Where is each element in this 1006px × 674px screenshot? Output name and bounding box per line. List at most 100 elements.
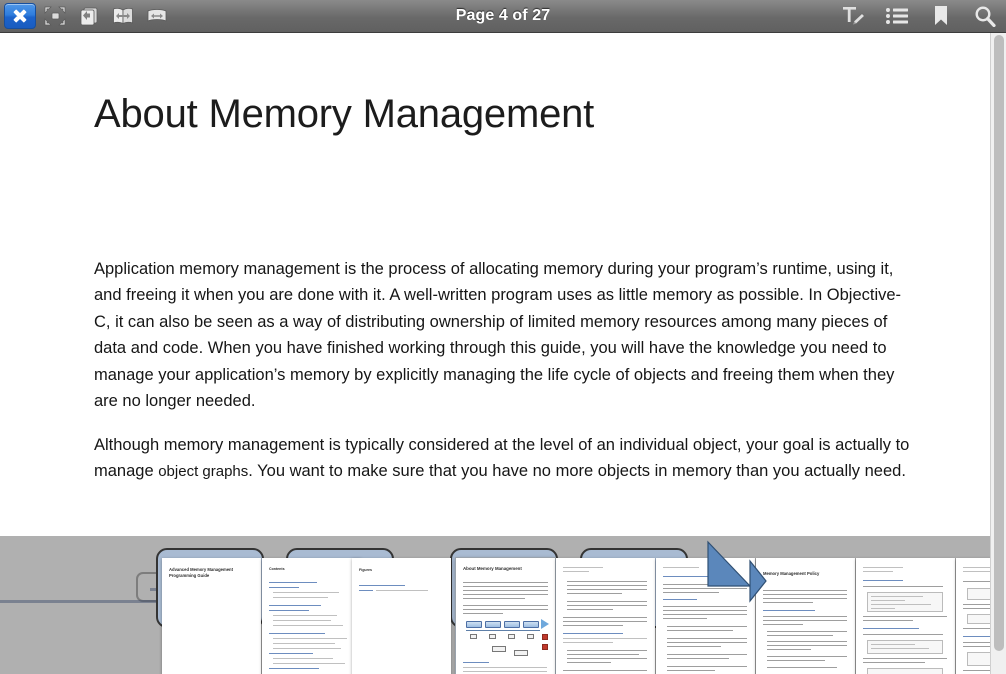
search-button[interactable] bbox=[970, 3, 1000, 30]
thumbnail-line bbox=[767, 656, 847, 657]
thumbnail-line bbox=[963, 571, 990, 572]
thumbnail-line bbox=[667, 654, 747, 655]
diagram-arrow-icon bbox=[541, 619, 549, 629]
thumb-cover[interactable]: Advanced Memory Management Programming G… bbox=[162, 558, 261, 674]
thumb-figures[interactable]: Figures 2013-12-16 | Copyright © 2012 Ap… bbox=[352, 558, 451, 674]
thumbnail-line bbox=[269, 582, 317, 583]
thumbnail-line bbox=[863, 571, 893, 572]
fullscreen-button[interactable] bbox=[40, 3, 70, 30]
vertical-scrollbar[interactable] bbox=[990, 33, 1006, 674]
thumbnail-line bbox=[567, 589, 647, 590]
thumbnail-line bbox=[963, 670, 990, 671]
bookmark-button[interactable] bbox=[926, 3, 956, 30]
thumbnail-line bbox=[359, 590, 373, 591]
contents-button[interactable] bbox=[882, 3, 912, 30]
thumbnail-line bbox=[871, 644, 915, 645]
thumbnail-code-block bbox=[867, 640, 943, 654]
thumbnail-line bbox=[871, 600, 905, 601]
thumbnail-line bbox=[273, 625, 343, 626]
thumbnail-line bbox=[567, 605, 647, 606]
two-page-spread-icon bbox=[113, 7, 133, 25]
text-annotate-icon bbox=[843, 7, 865, 26]
thumb-about-memory-management[interactable]: About Memory Management bbox=[456, 558, 555, 674]
diagram-highlight-node bbox=[542, 644, 548, 650]
thumbnail-line bbox=[567, 593, 622, 594]
thumbnail-line bbox=[463, 582, 548, 583]
search-magnifier-icon bbox=[975, 6, 996, 27]
thumbnail-line bbox=[463, 662, 489, 663]
thumbnail-line bbox=[567, 601, 647, 602]
facing-page-button[interactable] bbox=[142, 3, 172, 30]
thumbnail-code-block bbox=[867, 668, 943, 674]
thumbnail-line bbox=[663, 599, 697, 600]
document-heading: About Memory Management bbox=[94, 92, 595, 136]
page-forward-cursor-icon[interactable] bbox=[700, 536, 770, 616]
thumbnail-line bbox=[563, 567, 603, 568]
thumbnail-line bbox=[767, 631, 847, 632]
toolbar: Page 4 of 27 bbox=[0, 0, 1006, 33]
thumbnail-line bbox=[563, 670, 647, 671]
vertical-scrollbar-thumb[interactable] bbox=[994, 35, 1004, 651]
toolbar-left-group bbox=[0, 3, 172, 30]
thumbnail-strip[interactable]: t s l ain B se Advanced Memory Managemen… bbox=[0, 536, 990, 674]
diagram-node bbox=[466, 621, 482, 628]
thumbnail-line bbox=[273, 663, 345, 664]
diagram-node bbox=[504, 621, 520, 628]
thumbnail-section-title: Figures bbox=[359, 568, 372, 572]
bookmark-icon bbox=[935, 6, 947, 25]
thumbnail-line bbox=[763, 624, 803, 625]
facing-page-icon bbox=[147, 9, 167, 22]
thumbnail-line bbox=[963, 567, 990, 568]
thumbnail-line bbox=[767, 667, 837, 668]
thumbnail-line bbox=[667, 670, 715, 671]
thumb-memory-management-policy[interactable]: Memory Management Policy 2013-12-16 | Co… bbox=[756, 558, 855, 674]
thumbnail-line bbox=[763, 598, 847, 599]
two-page-button[interactable] bbox=[108, 3, 138, 30]
thumbnail-line bbox=[663, 567, 699, 568]
table-of-contents-icon bbox=[886, 8, 908, 24]
thumbnail-line bbox=[563, 625, 623, 626]
thumbnail-line bbox=[863, 620, 913, 621]
diagram-leaf-node bbox=[514, 650, 528, 656]
diagram-leaf-node bbox=[508, 634, 515, 639]
thumbnail-line bbox=[273, 638, 347, 639]
thumbnail-line bbox=[871, 608, 895, 609]
thumbnail-line bbox=[667, 646, 721, 647]
thumbnail-line bbox=[963, 636, 990, 637]
thumbnail-line bbox=[463, 609, 548, 610]
thumb-body-text-4[interactable] bbox=[956, 558, 990, 674]
thumbnail-line bbox=[376, 590, 428, 591]
single-page-button[interactable] bbox=[74, 3, 104, 30]
thumbnail-line bbox=[667, 630, 733, 631]
annotate-button[interactable] bbox=[838, 3, 868, 30]
thumbnail-line bbox=[273, 643, 335, 644]
thumbnail-section-title: About Memory Management bbox=[463, 566, 522, 571]
thumbnail-line bbox=[463, 598, 525, 599]
thumbnail-list: Advanced Memory Management Programming G… bbox=[0, 536, 990, 674]
thumb-contents[interactable]: Contents 2013-12-16 | Copyright © 2012 bbox=[262, 558, 361, 674]
thumbnail-line bbox=[863, 586, 943, 587]
thumbnail-line bbox=[963, 604, 990, 605]
thumbnail-code-block bbox=[967, 588, 990, 600]
paragraph-2: Although memory management is typically … bbox=[94, 432, 912, 486]
thumbnail-line bbox=[763, 620, 847, 621]
thumbnail-line bbox=[763, 616, 847, 617]
thumbnail-line bbox=[269, 633, 325, 634]
thumbnail-line bbox=[567, 585, 647, 586]
diagram-connector bbox=[466, 630, 540, 631]
thumbnail-line bbox=[667, 666, 747, 667]
thumbnail-line bbox=[269, 587, 299, 588]
diagram-node bbox=[485, 621, 501, 628]
thumbnail-line bbox=[871, 604, 931, 605]
thumbnail-line bbox=[963, 642, 990, 643]
thumbnail-line bbox=[273, 615, 337, 616]
paragraph-2-after: . You want to make sure that you have no… bbox=[248, 462, 906, 481]
thumbnail-line bbox=[963, 608, 990, 609]
thumbnail-line bbox=[763, 602, 813, 603]
thumbnail-line bbox=[269, 605, 321, 606]
close-button[interactable] bbox=[4, 3, 36, 29]
thumb-body-text-3[interactable]: 2013-12-16 | Copyright © 2012 Apple Inc. bbox=[856, 558, 955, 674]
thumbnail-line bbox=[963, 646, 990, 647]
thumb-body-text-1[interactable]: 2013-12-16 | Copyright © 2012 Apple Inc. bbox=[556, 558, 655, 674]
toolbar-right-group bbox=[838, 0, 1000, 32]
